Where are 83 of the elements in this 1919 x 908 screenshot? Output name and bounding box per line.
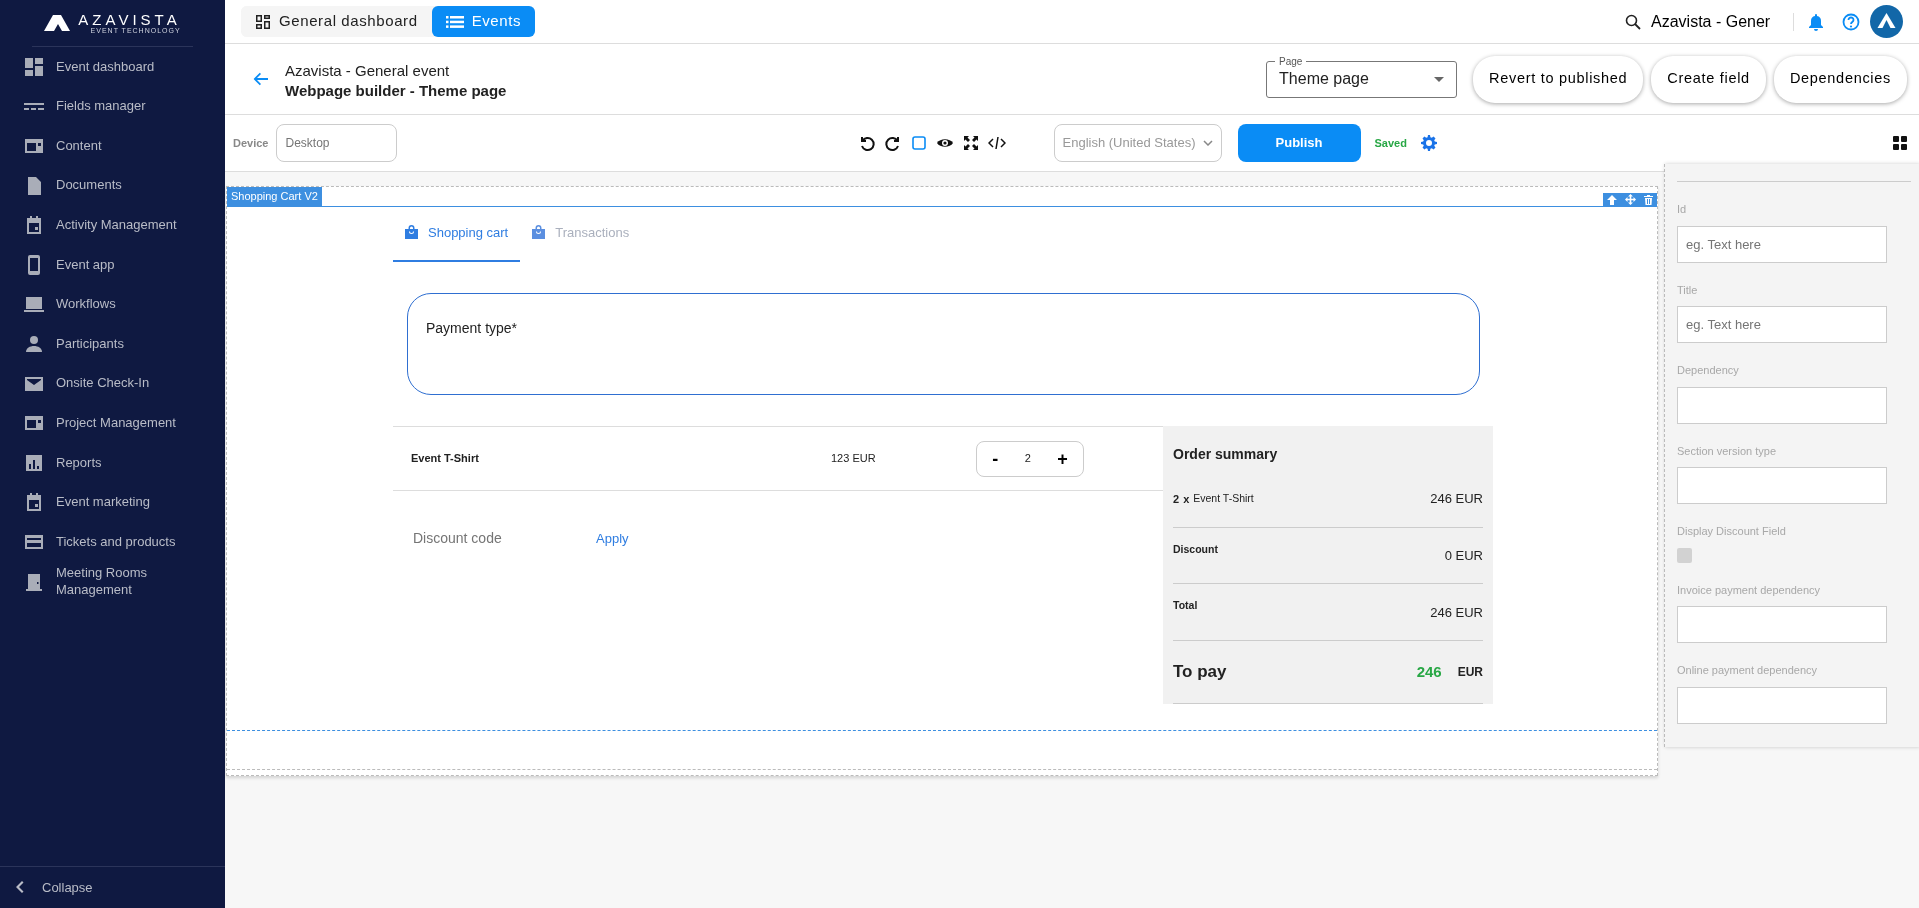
redo-icon[interactable]: [883, 134, 902, 152]
page-title: Webpage builder - Theme page: [285, 82, 507, 98]
summary-label: Total: [1173, 598, 1198, 614]
search-icon[interactable]: [1625, 13, 1641, 30]
text-field[interactable]: [1677, 606, 1887, 643]
square-icon[interactable]: [909, 134, 928, 152]
sidebar-item[interactable]: Documents: [0, 165, 225, 206]
device-field[interactable]: Desktop: [276, 124, 398, 162]
bell-icon[interactable]: [1808, 12, 1824, 31]
sidebar-item[interactable]: Tickets and products: [0, 522, 225, 562]
shopping-bag-icon: [405, 225, 418, 240]
item-name: Event T-Shirt: [411, 451, 480, 467]
logo-icon: [44, 15, 71, 31]
summary-label: Event T-Shirt: [1193, 490, 1254, 506]
decrease-button[interactable]: -: [988, 449, 1003, 468]
to-pay-label: To pay: [1173, 661, 1227, 683]
up-arrow-icon[interactable]: [1607, 194, 1617, 205]
sidebar-item[interactable]: Participants: [0, 324, 225, 364]
field-label: Dependency: [1677, 363, 1740, 378]
payment-type-label: Payment type*: [426, 320, 518, 336]
header-button[interactable]: Create field: [1651, 55, 1766, 103]
caret-down-icon: [1434, 76, 1445, 82]
sidebar-item[interactable]: Reports: [0, 442, 225, 483]
checkbox[interactable]: [1677, 547, 1692, 563]
header-button[interactable]: Revert to published: [1473, 55, 1644, 103]
back-arrow-icon[interactable]: [253, 71, 269, 87]
times-sign: x: [1183, 491, 1190, 507]
chevron-down-icon: [1202, 140, 1213, 146]
summary-amount: 0 EUR: [1444, 546, 1483, 565]
save-status: Saved: [1374, 135, 1407, 151]
gear-icon[interactable]: [1420, 135, 1437, 151]
summary-amount: 246 EUR: [1430, 490, 1483, 508]
shopping-bag-icon: [532, 225, 546, 240]
field-label: Invoice payment dependency: [1677, 582, 1822, 598]
sidebar-item[interactable]: Activity Management: [0, 205, 225, 245]
grid-icon: [255, 13, 271, 30]
brand-name: AZAVISTA: [78, 12, 181, 27]
field-label: Title: [1677, 282, 1699, 298]
text-field[interactable]: [1677, 386, 1887, 424]
chevron-left-icon: [16, 881, 24, 894]
sidebar-item[interactable]: Content: [0, 126, 225, 166]
trash-icon[interactable]: [1644, 194, 1653, 205]
sidebar-item[interactable]: Workflows: [0, 284, 225, 325]
avatar-icon[interactable]: [1870, 5, 1903, 38]
to-pay-currency: EUR: [1457, 663, 1483, 681]
text-field[interactable]: eg. Text here: [1677, 306, 1887, 343]
header-button[interactable]: Dependencies: [1773, 55, 1907, 103]
sidebar-item[interactable]: Event dashboard: [0, 47, 225, 87]
sidebar-item[interactable]: Project Management: [0, 403, 225, 443]
field-label: Section version type: [1677, 443, 1778, 459]
summary-amount: 246 EUR: [1430, 603, 1483, 622]
help-icon[interactable]: [1842, 12, 1860, 31]
field-label: Id: [1677, 202, 1688, 217]
text-field[interactable]: [1677, 467, 1887, 504]
item-price: 123 EUR: [831, 451, 877, 467]
summary-label: Discount: [1173, 541, 1218, 557]
move-icon[interactable]: [1625, 194, 1636, 205]
sidebar-item[interactable]: Meeting Rooms Management: [0, 561, 225, 602]
list-icon: [445, 14, 464, 29]
grid-view-icon[interactable]: [1893, 136, 1907, 150]
event-title: Azavista - General event: [285, 61, 451, 82]
dashboard-icon: [23, 55, 45, 78]
apply-link[interactable]: Apply: [596, 528, 629, 549]
device-label: Device: [233, 135, 269, 151]
field-label: Online payment dependency: [1677, 663, 1819, 678]
increase-button[interactable]: +: [1053, 449, 1072, 468]
fullscreen-icon[interactable]: [961, 134, 980, 152]
quantity-stepper[interactable]: - 2 +: [976, 440, 1084, 477]
summary-title: Order summary: [1173, 445, 1279, 464]
to-pay-amount: 246: [1416, 661, 1442, 682]
sidebar-item[interactable]: Event app: [0, 244, 225, 285]
text-field[interactable]: eg. Text here: [1677, 225, 1887, 263]
text-field[interactable]: [1677, 686, 1887, 724]
summary-quantity: 2: [1173, 491, 1180, 507]
component-label: Shopping Cart V2: [227, 187, 322, 206]
cart-tab[interactable]: Shopping cart: [393, 206, 521, 262]
quantity-value: 2: [1024, 451, 1031, 467]
field-label: Display Discount Field: [1677, 524, 1787, 539]
sidebar-item[interactable]: Onsite Check-In: [0, 363, 225, 404]
code-icon[interactable]: [987, 134, 1006, 152]
sidebar-item[interactable]: Event marketing: [0, 482, 225, 523]
collapse-button[interactable]: Collapse: [0, 865, 225, 908]
sidebar-item[interactable]: Fields manager: [0, 86, 225, 127]
